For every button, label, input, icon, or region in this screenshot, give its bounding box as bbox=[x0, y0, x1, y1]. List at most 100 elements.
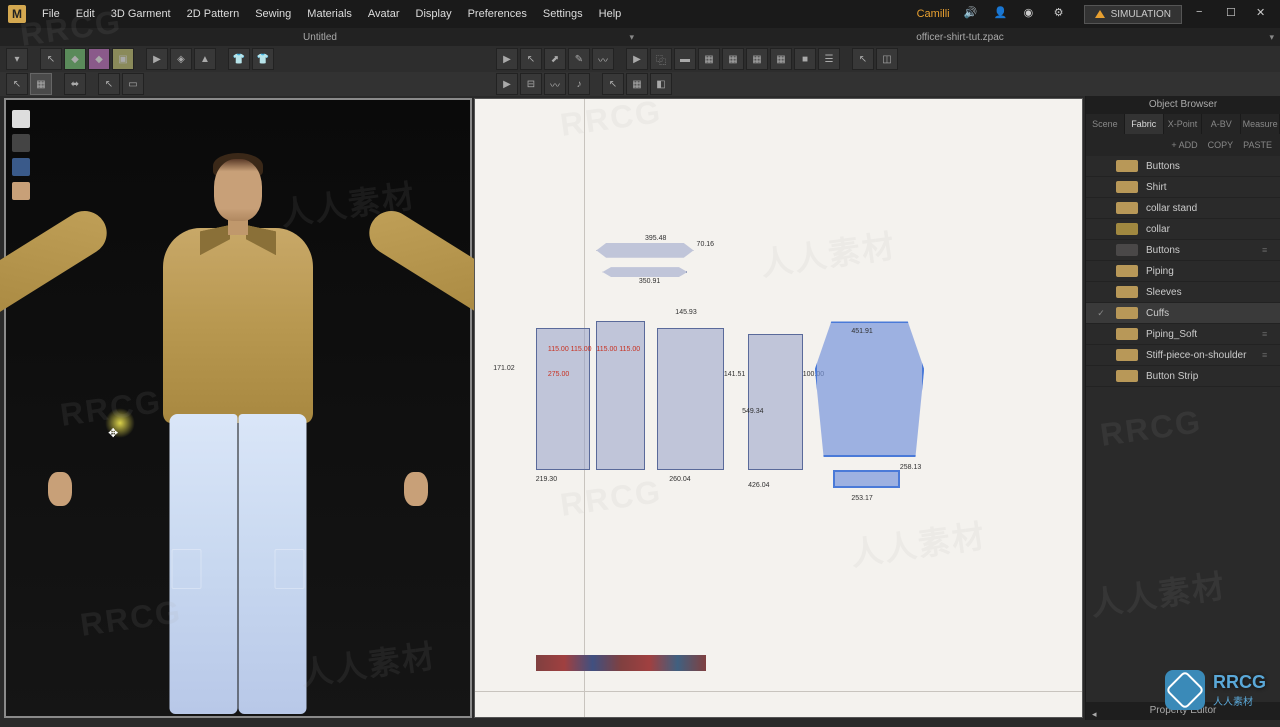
pattern-yoke[interactable] bbox=[748, 334, 803, 470]
layer-color-swatch[interactable] bbox=[1116, 328, 1138, 340]
vp-mode-4[interactable] bbox=[12, 182, 30, 200]
vp-mode-1[interactable] bbox=[12, 110, 30, 128]
vp-mode-2[interactable] bbox=[12, 134, 30, 152]
tool2d-r2-1[interactable]: ▶ bbox=[496, 73, 518, 95]
menu-display[interactable]: Display bbox=[416, 4, 452, 24]
copy-button[interactable]: COPY bbox=[1208, 140, 1234, 150]
tool2d-grid4[interactable]: ▦ bbox=[770, 48, 792, 70]
layer-item-collar[interactable]: collar bbox=[1086, 219, 1280, 240]
layer-lock-icon[interactable]: ≡ bbox=[1262, 245, 1272, 255]
tool2d-square[interactable]: ■ bbox=[794, 48, 816, 70]
layer-lock-icon[interactable]: ≡ bbox=[1262, 329, 1272, 339]
menu-avatar[interactable]: Avatar bbox=[368, 4, 400, 24]
tool3d-r2-5[interactable]: ▭ bbox=[122, 73, 144, 95]
layer-color-swatch[interactable] bbox=[1116, 181, 1138, 193]
layer-item-buttons[interactable]: Buttons≡ bbox=[1086, 240, 1280, 261]
tool2d-pen[interactable]: ✎ bbox=[568, 48, 590, 70]
tool-garment-2[interactable]: ◆ bbox=[88, 48, 110, 70]
layer-item-collar-stand[interactable]: collar stand bbox=[1086, 198, 1280, 219]
tool2d-select[interactable]: ↖ bbox=[520, 48, 542, 70]
simulation-badge[interactable]: SIMULATION bbox=[1084, 5, 1182, 24]
tab-abv[interactable]: A-BV bbox=[1202, 114, 1241, 134]
pattern-collar[interactable] bbox=[596, 241, 693, 260]
tool2d-r2-2[interactable]: ⊟ bbox=[520, 73, 542, 95]
tab-left-menu-icon[interactable]: ▾ bbox=[629, 32, 634, 43]
layer-visibility-icon[interactable] bbox=[1094, 180, 1108, 194]
tool2d-extra2[interactable]: ◫ bbox=[876, 48, 898, 70]
tool-garment-3[interactable]: ▣ bbox=[112, 48, 134, 70]
layer-lock-icon[interactable]: ≡ bbox=[1262, 350, 1272, 360]
vp-mode-3[interactable] bbox=[12, 158, 30, 176]
layer-visibility-icon[interactable] bbox=[1094, 159, 1108, 173]
tab-right[interactable]: officer-shirt-tut.zpac ▾ bbox=[640, 28, 1280, 46]
paste-button[interactable]: PASTE bbox=[1243, 140, 1272, 150]
layer-visibility-icon[interactable] bbox=[1094, 285, 1108, 299]
menu-sewing[interactable]: Sewing bbox=[255, 4, 291, 24]
user-icon[interactable]: 👤 bbox=[994, 6, 1010, 22]
tool2d-grid2[interactable]: ▦ bbox=[722, 48, 744, 70]
layer-color-swatch[interactable] bbox=[1116, 307, 1138, 319]
tool-mode-2[interactable]: ◈ bbox=[170, 48, 192, 70]
tool2d-rect[interactable]: ▬ bbox=[674, 48, 696, 70]
avatar-3d[interactable] bbox=[48, 147, 428, 727]
sound-icon[interactable]: 🔊 bbox=[964, 6, 980, 22]
tool-garment-1[interactable]: ◆ bbox=[64, 48, 86, 70]
layer-visibility-icon[interactable]: ✓ bbox=[1094, 306, 1108, 320]
help-icon[interactable]: ◉ bbox=[1024, 6, 1040, 22]
layer-color-swatch[interactable] bbox=[1116, 286, 1138, 298]
layer-color-swatch[interactable] bbox=[1116, 244, 1138, 256]
tab-fabric[interactable]: Fabric bbox=[1125, 114, 1164, 134]
tool3d-r2-1[interactable]: ↖ bbox=[6, 73, 28, 95]
layer-item-piping-soft[interactable]: Piping_Soft≡ bbox=[1086, 324, 1280, 345]
tab-left[interactable]: Untitled ▾ bbox=[0, 28, 640, 46]
tool2d-extra1[interactable]: ↖ bbox=[852, 48, 874, 70]
tool-select-3d[interactable]: ▾ bbox=[6, 48, 28, 70]
menu-edit[interactable]: Edit bbox=[76, 4, 95, 24]
tool2d-r2-3[interactable]: 〰 bbox=[544, 73, 566, 95]
pattern-sleeve[interactable] bbox=[815, 321, 924, 457]
tool2d-trace[interactable]: ▶ bbox=[626, 48, 648, 70]
tab-measure[interactable]: Measure bbox=[1241, 114, 1280, 134]
menu-materials[interactable]: Materials bbox=[307, 4, 352, 24]
tool3d-r2-2[interactable]: ▦ bbox=[30, 73, 52, 95]
tool-arrow[interactable]: ↖ bbox=[40, 48, 62, 70]
menu-2d-pattern[interactable]: 2D Pattern bbox=[187, 4, 240, 24]
property-collapse-icon[interactable]: ◂ bbox=[1092, 705, 1097, 723]
layer-item-cuffs[interactable]: ✓Cuffs bbox=[1086, 303, 1280, 324]
pattern-collar-band[interactable] bbox=[602, 266, 687, 278]
viewport-2d[interactable]: 395.48 70.16 350.91 171.02 115.00 115.00… bbox=[474, 98, 1083, 718]
tool-mode-1[interactable]: ▶ bbox=[146, 48, 168, 70]
layer-color-swatch[interactable] bbox=[1116, 223, 1138, 235]
pattern-density-strip[interactable] bbox=[536, 655, 706, 671]
viewport-3d[interactable]: ✥ bbox=[4, 98, 472, 718]
user-name[interactable]: Camilli bbox=[917, 8, 950, 20]
tool2d-r2-7[interactable]: ◧ bbox=[650, 73, 672, 95]
tool3d-r2-3[interactable]: ⬌ bbox=[64, 73, 86, 95]
tool3d-r2-4[interactable]: ↖ bbox=[98, 73, 120, 95]
layer-color-swatch[interactable] bbox=[1116, 202, 1138, 214]
layer-visibility-icon[interactable] bbox=[1094, 243, 1108, 257]
tool-shirt-back-icon[interactable]: 👕 bbox=[252, 48, 274, 70]
pattern-front-2[interactable] bbox=[596, 321, 645, 469]
layer-item-stiff-piece-on-shoulder[interactable]: Stiff-piece-on-shoulder≡ bbox=[1086, 345, 1280, 366]
pattern-back[interactable] bbox=[657, 328, 724, 470]
layer-color-swatch[interactable] bbox=[1116, 370, 1138, 382]
layer-color-swatch[interactable] bbox=[1116, 349, 1138, 361]
layer-visibility-icon[interactable] bbox=[1094, 327, 1108, 341]
tool2d-copy[interactable]: ⿻ bbox=[650, 48, 672, 70]
tool2d-edit-point[interactable]: ⬈ bbox=[544, 48, 566, 70]
pattern-cuff[interactable] bbox=[833, 470, 900, 489]
layer-item-sleeves[interactable]: Sleeves bbox=[1086, 282, 1280, 303]
menu-help[interactable]: Help bbox=[599, 4, 622, 24]
layer-color-swatch[interactable] bbox=[1116, 265, 1138, 277]
tool2d-grid1[interactable]: ▦ bbox=[698, 48, 720, 70]
tab-scene[interactable]: Scene bbox=[1086, 114, 1125, 134]
layer-item-shirt[interactable]: Shirt bbox=[1086, 177, 1280, 198]
tool2d-curve[interactable]: 〰 bbox=[592, 48, 614, 70]
minimize-icon[interactable]: − bbox=[1196, 6, 1212, 22]
layer-item-button-strip[interactable]: Button Strip bbox=[1086, 366, 1280, 387]
add-button[interactable]: + ADD bbox=[1171, 140, 1197, 150]
close-icon[interactable]: ✕ bbox=[1256, 6, 1272, 22]
tool-mode-3[interactable]: ▲ bbox=[194, 48, 216, 70]
settings-icon[interactable]: ⚙ bbox=[1054, 6, 1070, 22]
